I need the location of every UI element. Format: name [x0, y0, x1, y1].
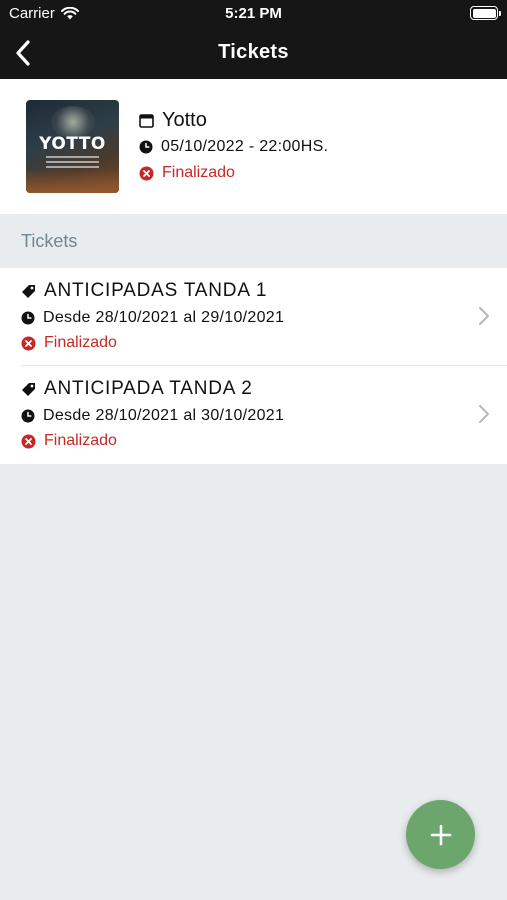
close-circle-icon	[139, 166, 154, 181]
ticket-status-row: Finalizado	[21, 334, 117, 352]
calendar-icon	[139, 113, 154, 128]
ticket-name-row: ANTICIPADA TANDA 2	[21, 378, 253, 400]
event-datetime: 05/10/2022 - 22:00HS.	[161, 138, 329, 155]
navigation-bar: Tickets	[0, 28, 507, 79]
ticket-range-row: Desde 28/10/2021 al 30/10/2021	[21, 407, 284, 425]
event-name-row: Yotto	[139, 109, 207, 132]
tag-icon	[21, 382, 36, 397]
event-status: Finalizado	[162, 164, 235, 181]
tag-icon	[21, 284, 36, 299]
ticket-range: Desde 28/10/2021 al 30/10/2021	[43, 407, 285, 424]
chevron-right-icon	[479, 307, 489, 325]
battery-icon	[470, 6, 501, 20]
ticket-range: Desde 28/10/2021 al 29/10/2021	[43, 309, 285, 326]
close-circle-icon	[21, 434, 36, 449]
section-header: Tickets	[0, 214, 507, 268]
close-circle-icon	[21, 336, 36, 351]
ticket-range-row: Desde 28/10/2021 al 29/10/2021	[21, 309, 284, 327]
ticket-name-row: ANTICIPADAS TANDA 1	[21, 280, 267, 302]
event-name: Yotto	[162, 109, 207, 131]
poster-title: YOTTO	[39, 134, 106, 154]
status-bar: Carrier 5:21 PM	[0, 0, 507, 28]
event-poster: YOTTO	[26, 100, 119, 193]
ticket-status: Finalizado	[44, 432, 117, 449]
ticket-name: ANTICIPADAS TANDA 1	[44, 280, 268, 301]
section-title: Tickets	[21, 231, 78, 251]
ticket-list: ANTICIPADAS TANDA 1 Desde 28/10/2021 al …	[0, 268, 507, 464]
clock-icon	[139, 140, 153, 154]
plus-icon	[430, 824, 451, 845]
ticket-status: Finalizado	[44, 334, 117, 351]
event-date-row: 05/10/2022 - 22:00HS.	[139, 138, 328, 156]
ticket-row[interactable]: ANTICIPADA TANDA 2 Desde 28/10/2021 al 3…	[0, 366, 507, 464]
clock-icon	[21, 409, 35, 423]
ticket-row[interactable]: ANTICIPADAS TANDA 1 Desde 28/10/2021 al …	[0, 268, 507, 366]
ticket-name: ANTICIPADA TANDA 2	[44, 378, 253, 399]
page-title: Tickets	[218, 41, 289, 63]
add-button[interactable]	[406, 800, 475, 869]
status-time: 5:21 PM	[225, 5, 282, 22]
clock-icon	[21, 311, 35, 325]
ticket-status-row: Finalizado	[21, 432, 117, 450]
event-status-row: Finalizado	[139, 164, 235, 182]
chevron-right-icon	[479, 405, 489, 423]
